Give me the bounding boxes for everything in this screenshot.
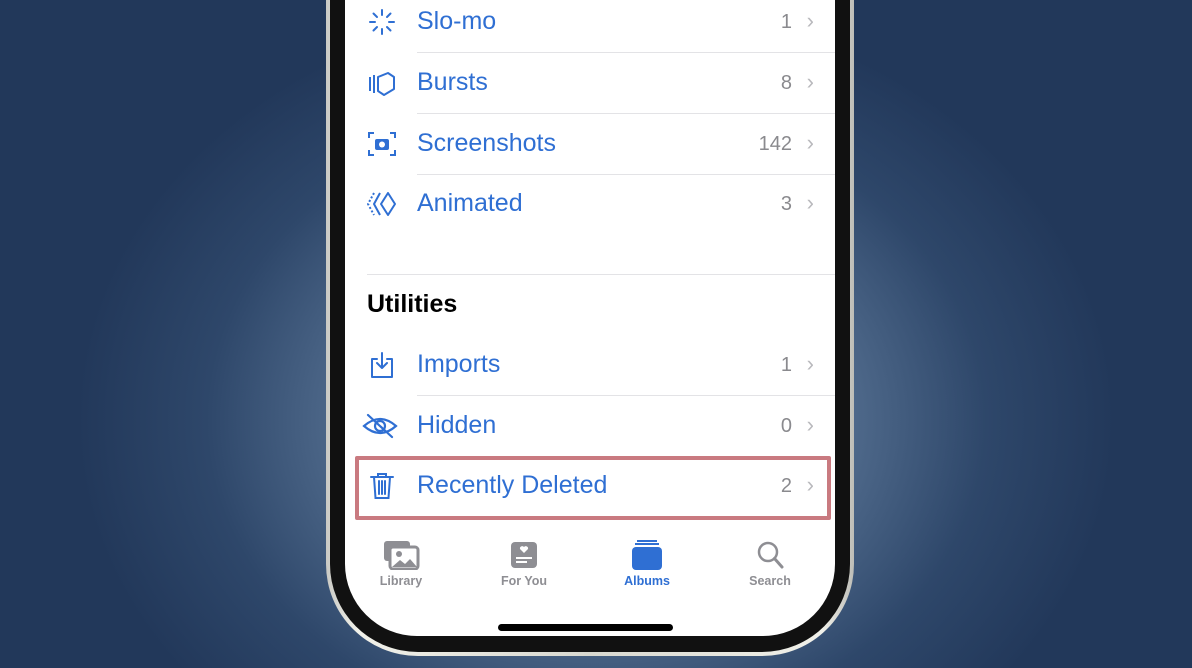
screenshot-icon (368, 132, 396, 156)
photos-albums-screen: Slo-mo 1 › Bursts 8 › Screenshots 142 › … (345, 0, 835, 636)
chevron-right-icon: › (806, 412, 814, 437)
tab-label: For You (500, 574, 548, 588)
tab-label: Search (749, 574, 791, 588)
tab-search[interactable]: Search (725, 540, 815, 588)
chevron-right-icon: › (806, 351, 814, 376)
tab-for-you[interactable]: For You (479, 540, 569, 588)
import-icon (371, 352, 393, 378)
album-count: 8 (780, 72, 792, 94)
slomo-icon (369, 9, 395, 35)
tab-library[interactable]: Library (356, 540, 446, 588)
album-count: 142 (758, 133, 792, 155)
library-icon (384, 541, 420, 570)
album-label: Bursts (417, 68, 488, 96)
album-label: Slo-mo (417, 7, 497, 35)
tab-albums[interactable]: Albums (602, 540, 692, 588)
album-count: 1 (780, 11, 792, 33)
bursts-icon (369, 72, 395, 96)
album-label: Hidden (417, 411, 497, 439)
phone-bezel: Slo-mo 1 › Bursts 8 › Screenshots 142 › … (330, 0, 850, 652)
album-row-animated[interactable]: Animated 3 › (345, 174, 835, 234)
section-heading-utilities: Utilities (367, 290, 458, 318)
phone-frame: Slo-mo 1 › Bursts 8 › Screenshots 142 › … (326, 0, 854, 656)
highlight-box (355, 456, 831, 520)
section-divider (367, 274, 835, 275)
album-row-imports[interactable]: Imports 1 › (345, 335, 835, 395)
home-indicator[interactable] (498, 624, 673, 631)
chevron-right-icon: › (806, 130, 814, 155)
album-label: Imports (417, 350, 501, 378)
chevron-right-icon: › (806, 190, 814, 215)
tab-label: Library (379, 574, 423, 588)
albums-icon (632, 540, 662, 570)
album-row-hidden[interactable]: Hidden 0 › (345, 396, 835, 456)
album-count: 3 (780, 193, 792, 215)
album-label: Screenshots (417, 129, 556, 157)
tab-label: Albums (624, 574, 670, 588)
chevron-right-icon: › (806, 8, 814, 33)
album-label: Animated (417, 189, 523, 217)
chevron-right-icon: › (806, 69, 814, 94)
album-row-bursts[interactable]: Bursts 8 › (345, 53, 835, 113)
animated-icon (367, 192, 396, 216)
eye-slash-icon (362, 413, 398, 439)
album-count: 1 (780, 354, 792, 376)
album-row-screenshots[interactable]: Screenshots 142 › (345, 114, 835, 174)
album-count: 0 (780, 415, 792, 437)
for-you-icon (511, 542, 537, 568)
album-row-slomo[interactable]: Slo-mo 1 › (345, 0, 835, 52)
search-icon (757, 541, 784, 569)
